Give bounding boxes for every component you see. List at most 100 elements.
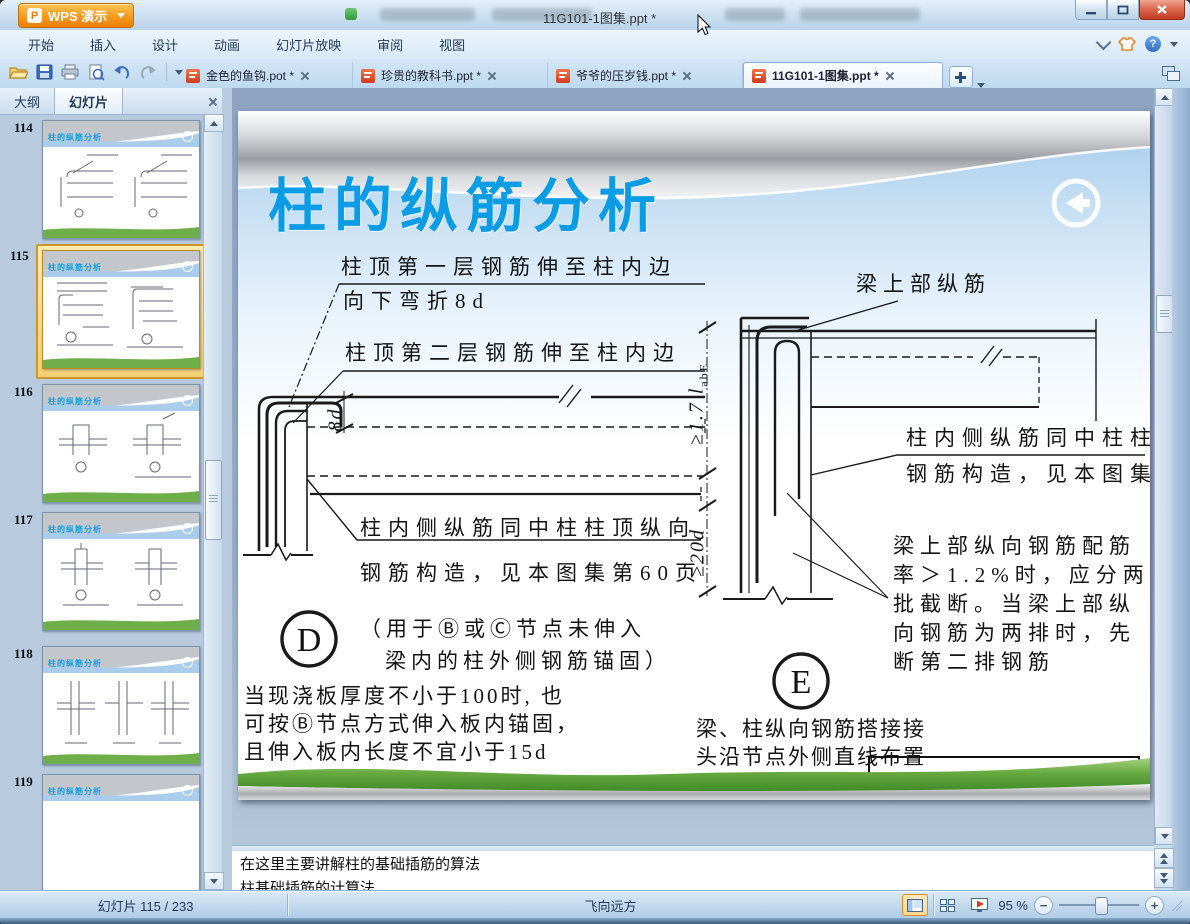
workspace: 大纲 幻灯片 114 柱的纵筋分析 115 柱的纵筋分析 116 柱的纵筋分析 …: [0, 88, 1190, 892]
app-button-label: WPS 演示: [48, 9, 108, 24]
node-label-e: E: [791, 664, 812, 701]
close-tab-icon[interactable]: [682, 71, 691, 80]
annotation-block: 梁上部纵向钢筋配筋 率＞1.2%时，应分两 批截断。当梁上部纵 向钢筋为两排时，…: [893, 534, 1150, 674]
print-icon[interactable]: [60, 62, 80, 82]
collapse-ribbon-icon[interactable]: [1095, 34, 1112, 50]
redo-icon[interactable]: [138, 62, 158, 82]
presentation-file-icon: [186, 68, 200, 83]
doc-tab-active[interactable]: 11G101-1图集.ppt *: [743, 62, 943, 88]
window-title: 11G101-1图集.ppt *: [543, 11, 657, 26]
slide-thumbnail[interactable]: 柱的纵筋分析: [42, 384, 200, 503]
doc-tab[interactable]: 珍贵的教科书.ppt *: [353, 63, 548, 88]
new-tab-button[interactable]: [949, 66, 973, 88]
main-scrollbar[interactable]: [1154, 88, 1175, 845]
skin-shirt-icon[interactable]: [1118, 36, 1136, 52]
slide-thumbnail[interactable]: 柱的纵筋分析: [42, 646, 200, 765]
redacted-area: [380, 8, 475, 21]
slide-number: 116: [14, 384, 33, 399]
editing-area: 柱的纵筋分析 D 柱顶第一层钢筋伸至柱内边 向下弯折8d 柱顶第二层钢筋伸至柱内…: [232, 88, 1190, 890]
dimension-8d: 8d: [324, 407, 347, 432]
zoom-in-button[interactable]: +: [1145, 895, 1164, 915]
thumb-back-icon: [182, 523, 193, 534]
annotation: 当现浇板厚度不小于100时, 也: [244, 684, 565, 708]
slide-thumbnail-selected[interactable]: 柱的纵筋分析: [42, 250, 200, 369]
doc-tab[interactable]: 爷爷的压岁钱.ppt *: [548, 63, 743, 88]
tab-design[interactable]: 设计: [152, 35, 178, 54]
wps-presentation-window: P WPS 演示 11G101-1图集.ppt * 开始 插入 设计 动画 幻灯…: [0, 0, 1190, 924]
slideshow-button[interactable]: [966, 894, 992, 916]
undo-icon[interactable]: [112, 62, 132, 82]
normal-view-button[interactable]: [902, 894, 929, 916]
slide-number: 114: [14, 120, 33, 135]
previous-slide-button[interactable]: [1154, 848, 1174, 868]
open-file-icon[interactable]: [8, 62, 28, 82]
close-tab-icon[interactable]: [300, 71, 309, 80]
document-tab-bar: 金色的鱼钩.pot * 珍贵的教科书.ppt * 爷爷的压岁钱.ppt * 11…: [0, 59, 1190, 89]
maximize-button[interactable]: [1107, 0, 1139, 20]
tab-animation[interactable]: 动画: [214, 35, 240, 54]
wps-logo-icon: P: [27, 8, 42, 23]
back-button[interactable]: [1050, 177, 1102, 229]
window-controls: [1075, 0, 1185, 20]
slide-thumbnail[interactable]: 柱的纵筋分析: [42, 774, 200, 892]
notes-line: 柱基础插筋的计算法: [240, 880, 376, 890]
annotation: 梁上部纵筋: [856, 272, 991, 296]
panel-tabs: 大纲 幻灯片: [0, 88, 222, 115]
presentation-file-icon: [361, 68, 375, 83]
zoom-slider[interactable]: [1059, 897, 1139, 915]
save-icon[interactable]: [34, 62, 54, 82]
close-tab-icon[interactable]: [487, 71, 496, 80]
close-panel-button[interactable]: [202, 88, 222, 114]
annotation: 向下弯折8d: [343, 289, 490, 313]
slide-number: 115: [10, 248, 29, 263]
slide-115[interactable]: 柱的纵筋分析 D 柱顶第一层钢筋伸至柱内边 向下弯折8d 柱顶第二层钢筋伸至柱内…: [238, 111, 1150, 800]
tab-slides[interactable]: 幻灯片: [54, 88, 124, 114]
slide-thumbnail[interactable]: 柱的纵筋分析: [42, 512, 200, 631]
close-tab-icon[interactable]: [885, 71, 894, 80]
redacted-icon: [345, 8, 357, 20]
quick-access-toolbar: [8, 62, 183, 82]
annotation: 梁、柱纵向钢筋搭接接: [696, 717, 926, 741]
next-slide-button[interactable]: [1154, 868, 1174, 888]
zoom-slider-thumb[interactable]: [1095, 897, 1108, 915]
arrange-windows-icon[interactable]: [1162, 66, 1180, 81]
slide-thumbnail[interactable]: 柱的纵筋分析: [42, 120, 200, 239]
scrollbar-thumb[interactable]: [1156, 295, 1173, 333]
app-menu-button[interactable]: P WPS 演示: [18, 3, 135, 28]
help-icon[interactable]: ?: [1145, 36, 1161, 52]
redacted-area: [725, 8, 785, 21]
notes-pane[interactable]: 在这里主要讲解柱的基础插筋的算法 柱基础插筋的计算法: [232, 851, 1154, 890]
tab-review[interactable]: 审阅: [377, 35, 403, 54]
title-bar: P WPS 演示 11G101-1图集.ppt *: [0, 0, 1190, 30]
scrollbar-thumb[interactable]: [205, 460, 222, 540]
zoom-out-button[interactable]: −: [1034, 895, 1053, 915]
tab-view[interactable]: 视图: [439, 35, 465, 54]
annotation: （用于Ⓑ或Ⓒ节点未伸入: [360, 617, 646, 641]
tab-slideshow[interactable]: 幻灯片放映: [276, 35, 341, 54]
figure-node-e[interactable]: E: [683, 261, 1150, 761]
tab-outline[interactable]: 大纲: [0, 88, 54, 114]
print-preview-icon[interactable]: [86, 62, 106, 82]
tab-insert[interactable]: 插入: [90, 35, 116, 54]
theme-name: 飞向远方: [584, 898, 637, 914]
sidebar-scrollbar[interactable]: [203, 114, 224, 890]
resize-grip[interactable]: [1170, 899, 1182, 911]
slide-number: 119: [14, 774, 33, 789]
selected-slide-highlight: 柱的纵筋分析: [36, 244, 208, 379]
ribbon-tab-bar: 开始 插入 设计 动画 幻灯片放映 审阅 视图 ?: [0, 30, 1190, 79]
slide-title[interactable]: 柱的纵筋分析: [268, 159, 664, 243]
scroll-down-button[interactable]: [204, 872, 224, 890]
zoom-percent: 95 %: [998, 897, 1028, 913]
slide-panel: 大纲 幻灯片 114 柱的纵筋分析 115 柱的纵筋分析 116 柱的纵筋分析 …: [0, 88, 232, 892]
thumb-back-icon: [182, 131, 193, 142]
tab-home[interactable]: 开始: [28, 35, 54, 54]
chevron-down-icon[interactable]: [1170, 41, 1178, 47]
close-button[interactable]: [1139, 0, 1185, 20]
annotation: 钢筋构造，见本图集第60页: [360, 561, 703, 585]
scroll-up-button[interactable]: [204, 114, 224, 132]
mouse-cursor: [697, 14, 712, 36]
slide-sorter-view-button[interactable]: [934, 894, 960, 916]
thumb-back-icon: [182, 261, 193, 272]
doc-tab[interactable]: 金色的鱼钩.pot *: [178, 63, 353, 88]
minimize-button[interactable]: [1075, 0, 1107, 20]
